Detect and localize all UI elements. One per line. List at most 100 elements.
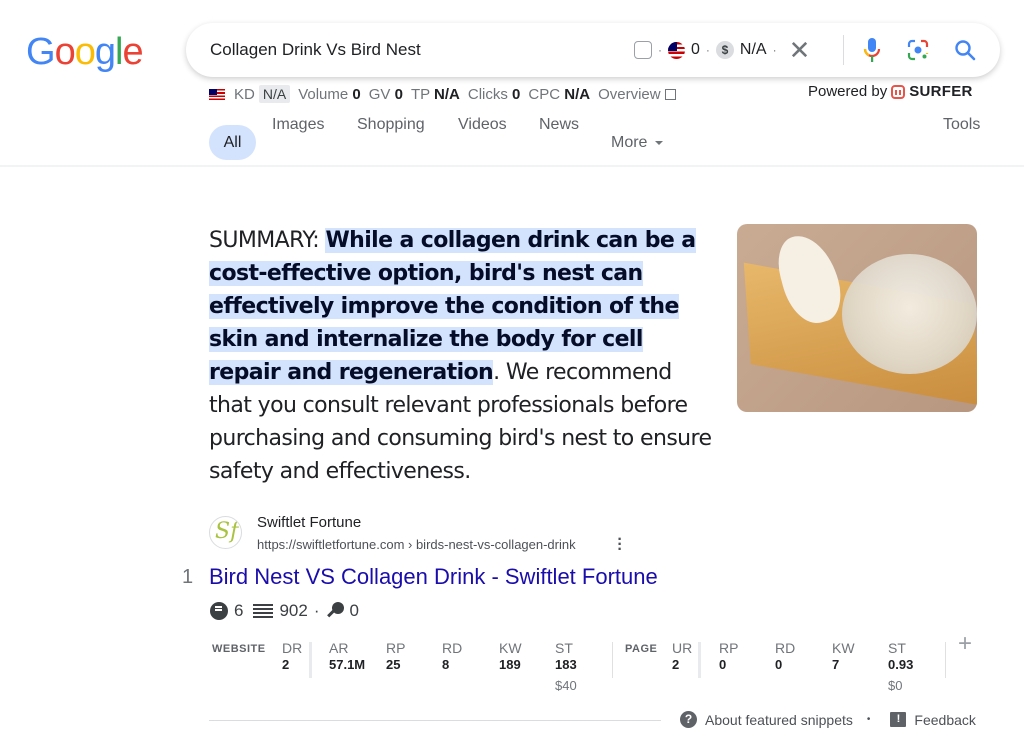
favicon-text: Sf <box>215 519 239 544</box>
word-count: 902 <box>279 601 308 620</box>
feedback-icon: ! <box>890 712 907 727</box>
header-divider <box>0 165 1024 167</box>
site-favicon[interactable]: Sf <box>209 516 242 549</box>
add-metric-button[interactable]: + <box>958 630 972 658</box>
st-cost: $0 <box>888 678 903 693</box>
word-count-icon <box>253 604 274 618</box>
more-options-icon[interactable]: · · · <box>617 532 623 558</box>
result-title-link[interactable]: Bird Nest VS Collagen Drink - Swiftlet F… <box>209 564 658 590</box>
ur-metric: UR 2 <box>672 640 692 672</box>
page-rd-metric: RD 0 <box>775 640 795 672</box>
overview-link[interactable]: Overview <box>598 86 676 103</box>
snippet-image[interactable] <box>737 224 977 412</box>
key-icon <box>326 602 344 620</box>
help-icon: ? <box>680 711 697 728</box>
powered-by-surfer[interactable]: Powered by SURFER <box>808 83 973 100</box>
surfer-logo-icon <box>891 84 906 99</box>
st-header: ST <box>555 640 573 656</box>
divider <box>843 35 844 65</box>
search-icon[interactable] <box>953 38 977 62</box>
keyword-metrics-bar: KD N/A Volume 0 GV 0 TP N/A Clicks 0 CPC … <box>209 85 676 103</box>
rp-header: RP <box>719 640 739 656</box>
kd-label: KD <box>234 86 255 103</box>
st-header: ST <box>888 640 906 656</box>
column-separator <box>698 642 701 678</box>
search-input[interactable] <box>210 23 610 77</box>
google-logo[interactable]: Google <box>26 31 144 74</box>
website-label: WEBSITE <box>212 643 266 655</box>
select-checkbox[interactable] <box>634 41 652 59</box>
malaysia-flag-icon <box>209 89 225 100</box>
malaysia-flag-icon <box>668 41 685 59</box>
snippet-prefix: SUMMARY: <box>209 228 326 253</box>
comments-count: 6 <box>234 601 244 620</box>
cpc-value: N/A <box>739 41 767 58</box>
ar-value: 57.1M <box>329 657 366 672</box>
clicks-value: 0 <box>512 86 521 103</box>
tab-all[interactable]: All <box>209 125 256 160</box>
kw-header: KW <box>832 640 855 656</box>
ur-header: UR <box>672 640 693 656</box>
comment-search-icon <box>210 602 228 620</box>
website-rp-metric: RP 25 <box>386 640 405 672</box>
bullet-separator: • <box>866 714 871 725</box>
tab-more[interactable]: More <box>611 134 664 152</box>
tab-news[interactable]: News <box>539 116 579 134</box>
website-kw-metric: KW 189 <box>499 640 522 672</box>
page-kw-metric: KW 7 <box>832 640 855 672</box>
featured-snippet-text: SUMMARY: While a collagen drink can be a… <box>209 224 719 488</box>
separator: · <box>313 601 320 620</box>
cpc-value: N/A <box>564 86 591 103</box>
tp-label: TP <box>410 86 430 103</box>
feedback-link[interactable]: Feedback <box>914 712 975 728</box>
tools-button[interactable]: Tools <box>943 116 980 134</box>
cpc-label: CPC <box>528 86 561 103</box>
gv-label: GV <box>368 86 391 103</box>
website-rd-metric: RD 8 <box>442 640 462 672</box>
kw-header: KW <box>499 640 522 656</box>
kd-value: N/A <box>258 85 291 103</box>
tab-shopping[interactable]: Shopping <box>357 116 425 134</box>
clicks-metric: Clicks 0 <box>468 86 521 103</box>
tab-images[interactable]: Images <box>272 116 324 134</box>
column-separator <box>309 642 312 678</box>
about-featured-snippets-link[interactable]: About featured snippets <box>705 712 853 728</box>
result-stats: 6 902 · 0 <box>210 601 359 621</box>
dr-metric: DR 2 <box>282 640 302 672</box>
logo-letter: G <box>26 31 56 73</box>
search-extensions: · 0 · $ N/A · ✕ <box>634 23 810 77</box>
clicks-label: Clicks <box>467 86 508 103</box>
page-rp-metric: RP 0 <box>719 640 738 672</box>
dollar-icon: $ <box>715 41 734 59</box>
tp-value: N/A <box>434 86 460 103</box>
logo-letter: g <box>94 31 116 73</box>
clear-search-button[interactable]: ✕ <box>789 37 811 63</box>
section-divider <box>612 642 613 678</box>
st-value: 183 <box>555 657 577 672</box>
microphone-icon[interactable] <box>862 37 882 63</box>
site-url[interactable]: https://swiftletfortune.com › birds-nest… <box>257 537 576 552</box>
gv-metric: GV 0 <box>369 86 403 103</box>
dr-value: 2 <box>282 657 290 672</box>
kd-metric: KD N/A <box>234 85 291 103</box>
tab-more-label: More <box>611 134 648 151</box>
keywords-count: 0 <box>349 601 359 620</box>
separator: · <box>772 43 777 57</box>
st-cost: $40 <box>555 678 577 693</box>
rd-header: RD <box>442 640 463 656</box>
dr-header: DR <box>282 640 303 656</box>
volume-value: 0 <box>352 86 361 103</box>
surfer-brand: SURFER <box>909 83 973 100</box>
page-st-metric: ST 0.93 $0 <box>888 640 913 693</box>
rd-value: 0 <box>775 657 783 672</box>
google-lens-icon[interactable] <box>906 38 930 62</box>
logo-letter: o <box>74 31 96 73</box>
external-link-icon <box>664 89 676 100</box>
tab-videos[interactable]: Videos <box>458 116 507 134</box>
rp-header: RP <box>386 640 406 656</box>
rp-value: 25 <box>386 657 401 672</box>
section-divider <box>945 642 946 678</box>
ur-value: 2 <box>672 657 680 672</box>
tp-metric: TP N/A <box>411 86 460 103</box>
site-name[interactable]: Swiftlet Fortune <box>257 514 361 531</box>
